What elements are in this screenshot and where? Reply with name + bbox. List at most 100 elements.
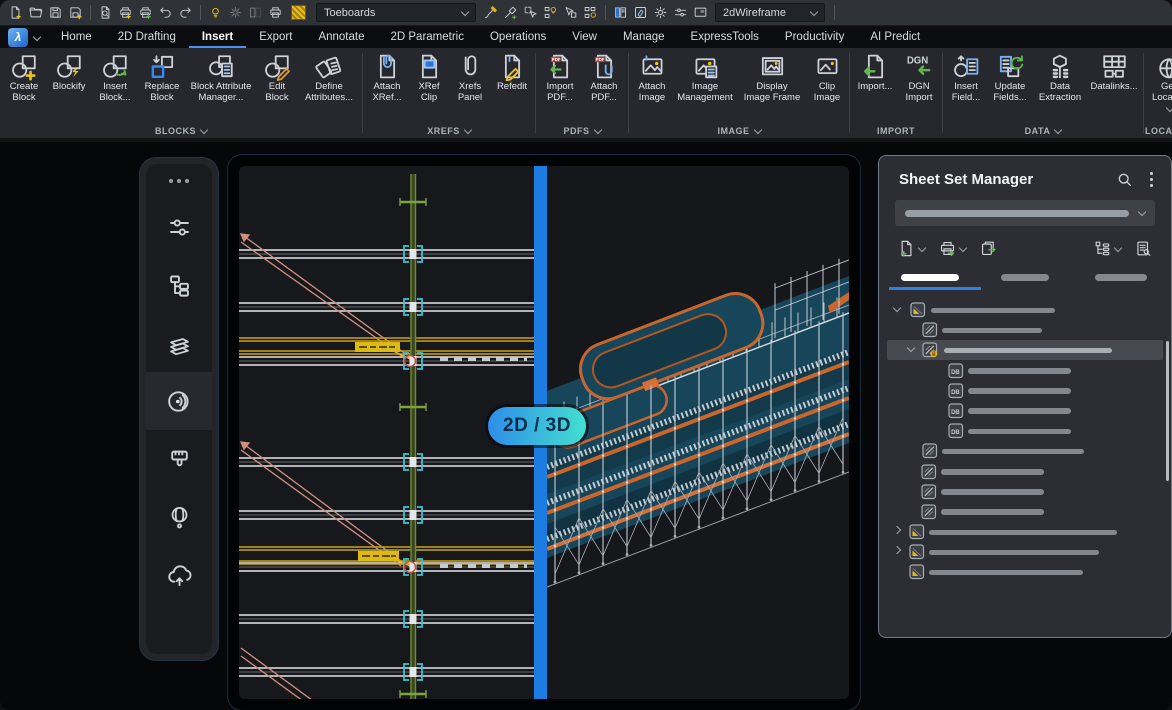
new-file-button[interactable]	[6, 3, 25, 23]
layer-dropdown[interactable]: Toeboards	[316, 3, 476, 22]
tree-row[interactable]	[884, 482, 1171, 502]
publish-button[interactable]	[136, 3, 155, 23]
pal-radar-button[interactable]	[146, 372, 212, 430]
ssm-new-sheet-button[interactable]	[897, 239, 925, 258]
datalinks--button[interactable]: Datalinks...	[1087, 51, 1141, 93]
tree-row[interactable]	[884, 562, 1171, 582]
tab-expresstools[interactable]: ExpressTools	[678, 26, 772, 48]
block-attribute-button[interactable]: Block Attribute Manager...	[186, 51, 256, 103]
pal-cloud-button[interactable]	[146, 546, 212, 604]
tab-2d-drafting[interactable]: 2D Drafting	[105, 26, 189, 48]
display-button[interactable]: Display Image Frame	[737, 51, 807, 103]
define-button[interactable]: Define Attributes...	[298, 51, 360, 103]
ssm-etransmit-button[interactable]	[979, 239, 998, 258]
scrollbar[interactable]	[1166, 341, 1169, 481]
blockify-button[interactable]: Blockify	[46, 51, 92, 93]
attach-button[interactable]: Attach Image	[631, 51, 673, 103]
tree-row[interactable]	[884, 522, 1171, 542]
expander-down-icon[interactable]	[893, 304, 901, 312]
palette-drag-handle[interactable]	[146, 164, 212, 198]
ssm-tab-1[interactable]	[901, 274, 959, 281]
layer-fade-button[interactable]	[246, 3, 265, 23]
ribbon-group-label[interactable]: IMAGE	[630, 123, 848, 138]
redo-button[interactable]	[176, 3, 195, 23]
pal-layers-button[interactable]	[146, 314, 212, 372]
ribbon-group-label[interactable]: XREFS	[364, 123, 534, 138]
ribbon-group-label[interactable]: PDFS	[537, 123, 627, 138]
tree-row[interactable]	[884, 462, 1171, 482]
tree-row[interactable]	[884, 300, 1171, 320]
update-button[interactable]: Update Fields...	[987, 51, 1033, 103]
tree-row[interactable]	[884, 542, 1171, 562]
tree-row[interactable]: DB	[884, 381, 1171, 401]
expander-right-icon[interactable]	[893, 546, 901, 554]
pal-paint-button[interactable]	[146, 430, 212, 488]
tree-row[interactable]	[884, 502, 1171, 522]
dgn-button[interactable]: DGNDGN Import	[898, 51, 940, 103]
tab-productivity[interactable]: Productivity	[772, 26, 857, 48]
replace-button[interactable]: Replace Block	[138, 51, 186, 103]
geo-button[interactable]: Geo Location	[1146, 51, 1172, 111]
clip-button[interactable]: Clip Image	[807, 51, 847, 103]
sheet-set-select[interactable]	[895, 200, 1155, 226]
tree-row[interactable]	[884, 441, 1171, 461]
save-button[interactable]	[46, 3, 65, 23]
panels-button[interactable]	[611, 3, 630, 23]
xrefs-button[interactable]: Xrefs Panel	[449, 51, 491, 103]
match-properties-button[interactable]	[481, 3, 500, 23]
import--button[interactable]: Import...	[852, 51, 898, 93]
pal-filters-button[interactable]	[146, 198, 212, 256]
3d-view[interactable]	[547, 166, 849, 699]
tab-export[interactable]: Export	[246, 26, 305, 48]
insert-button[interactable]: Insert Block...	[92, 51, 138, 103]
tree-row[interactable]: DB	[884, 401, 1171, 421]
visual-style-dropdown[interactable]: 2dWireframe	[715, 3, 825, 22]
expander-right-icon[interactable]	[893, 526, 901, 534]
pal-balloon-button[interactable]	[146, 488, 212, 546]
tab-operations[interactable]: Operations	[477, 26, 559, 48]
tree-row[interactable]	[884, 340, 1171, 360]
ribbon-group-label[interactable]: DATA	[944, 123, 1142, 138]
import-button[interactable]: PDFImport PDF...	[538, 51, 582, 103]
tab-2d-parametric[interactable]: 2D Parametric	[377, 26, 477, 48]
ssm-tab-3[interactable]	[1095, 274, 1147, 281]
tab-annotate[interactable]: Annotate	[305, 26, 377, 48]
quick-select-button[interactable]	[561, 3, 580, 23]
insert-button[interactable]: Insert Field...	[945, 51, 987, 103]
viewport-display-button[interactable]	[691, 3, 710, 23]
adjust-sliders-button[interactable]	[671, 3, 690, 23]
layer-on-bulb-button[interactable]	[206, 3, 225, 23]
refedit-button[interactable]: Refedit	[491, 51, 533, 93]
attach-button[interactable]: Attach XRef...	[365, 51, 409, 103]
search-icon[interactable]	[1115, 170, 1134, 189]
etransmit-button[interactable]	[116, 3, 135, 23]
attach-button[interactable]: PDFAttach PDF...	[582, 51, 626, 103]
isolate-objects-button[interactable]	[541, 3, 560, 23]
ssm-details-button[interactable]	[1134, 239, 1153, 258]
layer-freeze-button[interactable]	[226, 3, 245, 23]
open-file-button[interactable]	[26, 3, 45, 23]
image-button[interactable]: Image Management	[673, 51, 737, 103]
hide-objects-button[interactable]	[581, 3, 600, 23]
plot-preview-button[interactable]	[96, 3, 115, 23]
edit-button[interactable]: Edit Block	[256, 51, 298, 103]
drafting-settings-button[interactable]	[631, 3, 650, 23]
ssm-publish-button[interactable]	[938, 239, 966, 258]
tree-row[interactable]: DB	[884, 421, 1171, 441]
select-similar-button[interactable]	[521, 3, 540, 23]
tree-row[interactable]: DB	[884, 361, 1171, 381]
pal-structure-button[interactable]	[146, 256, 212, 314]
xref-button[interactable]: XRef Clip	[409, 51, 449, 103]
ssm-view-options-button[interactable]	[1093, 239, 1121, 258]
layer-plot-button[interactable]	[266, 3, 285, 23]
tab-ai-predict[interactable]: AI Predict	[857, 26, 933, 48]
tab-manage[interactable]: Manage	[610, 26, 678, 48]
panel-menu-icon[interactable]	[1148, 170, 1155, 189]
data-button[interactable]: Data Extraction	[1033, 51, 1087, 103]
create-button[interactable]: Create Block	[2, 51, 46, 103]
expander-down-icon[interactable]	[907, 344, 915, 352]
save-as-button[interactable]	[66, 3, 85, 23]
tab-view[interactable]: View	[559, 26, 610, 48]
tab-home[interactable]: Home	[48, 26, 105, 48]
copy-properties-button[interactable]	[501, 3, 520, 23]
